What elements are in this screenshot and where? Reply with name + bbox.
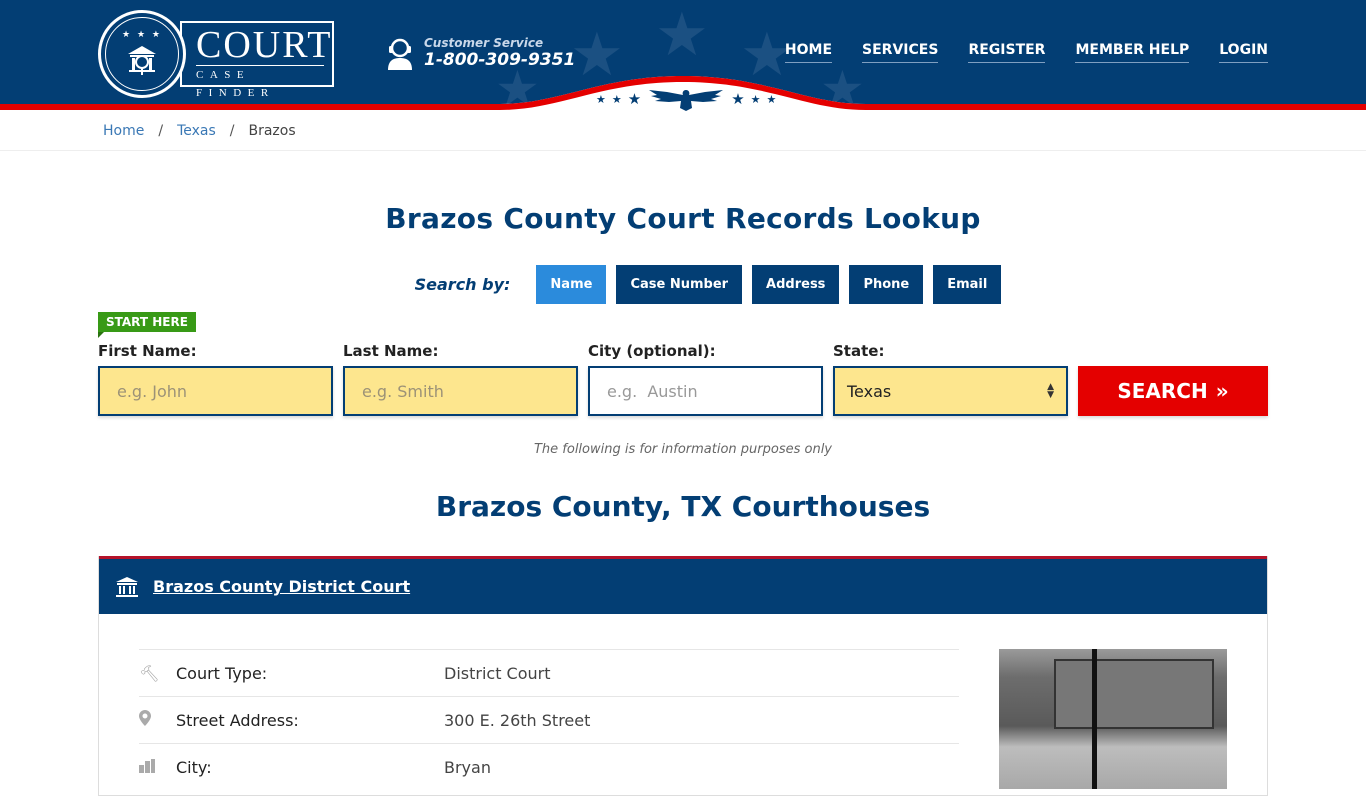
detail-key: Court Type:	[176, 663, 268, 683]
detail-key: City:	[176, 757, 212, 777]
detail-key: Street Address:	[176, 710, 299, 730]
customer-service-label: Customer Service	[424, 36, 544, 50]
start-here-badge: START HERE	[98, 312, 196, 338]
nav-login[interactable]: LOGIN	[1219, 42, 1268, 63]
customer-service-phone[interactable]: 1-800-309-9351	[424, 50, 575, 70]
first-name-input[interactable]	[98, 366, 333, 416]
nav-member-help[interactable]: MEMBER HELP	[1075, 42, 1190, 63]
courthouse-card: Brazos County District Court 🔨︎ Court Ty…	[98, 556, 1268, 796]
search-tabs: Name Case Number Address Phone Email	[536, 265, 1002, 304]
photo-pole	[1092, 649, 1097, 789]
search-form: First Name: Last Name: City (optional): …	[98, 342, 1268, 416]
tab-address[interactable]: Address	[752, 265, 840, 304]
detail-row: Street Address: 300 E. 26th Street	[139, 696, 959, 743]
star-icon: ★	[766, 92, 777, 106]
tab-email[interactable]: Email	[933, 265, 1002, 304]
star-icon: ★	[750, 92, 761, 106]
last-name-label: Last Name:	[343, 342, 439, 360]
search-by-label: Search by:	[414, 275, 511, 294]
last-name-input[interactable]	[343, 366, 578, 416]
breadcrumb-current: Brazos	[248, 123, 296, 139]
headset-support-icon	[388, 38, 412, 70]
search-by-bar: Search by: Name Case Number Address Phon…	[50, 265, 1366, 304]
state-selected-value: Texas	[847, 381, 892, 401]
detail-row: 🔨︎ Court Type: District Court	[139, 649, 959, 696]
city-icon	[139, 758, 176, 777]
nav-home[interactable]: HOME	[784, 42, 833, 63]
courthouse-magnifier-icon	[128, 46, 156, 75]
breadcrumb-home[interactable]: Home	[103, 123, 144, 139]
photo-building	[1054, 659, 1214, 729]
star-icon: ★	[611, 92, 622, 106]
search-button-label: SEARCH	[1117, 379, 1208, 403]
state-label: State:	[833, 342, 885, 360]
courthouse-name-link[interactable]: Brazos County District Court	[153, 577, 410, 596]
courthouse-photo	[999, 649, 1227, 789]
seal-stars: ★ ★ ★	[122, 30, 162, 40]
info-note: The following is for information purpose…	[533, 442, 833, 457]
breadcrumb: Home / Texas / Brazos	[0, 112, 1366, 151]
first-name-label: First Name:	[98, 342, 197, 360]
eagle-icon	[649, 90, 724, 111]
breadcrumb-texas[interactable]: Texas	[177, 123, 216, 139]
customer-service[interactable]: Customer Service 1-800-309-9351	[386, 36, 575, 70]
logo-subtitle: CASE FINDER	[196, 69, 275, 99]
logo-title: COURT	[196, 24, 333, 66]
breadcrumb-separator: /	[158, 123, 164, 139]
detail-row: City: Bryan	[139, 743, 959, 790]
gavel-icon: 🔨︎	[139, 663, 160, 683]
page-title: Brazos County Court Records Lookup	[385, 202, 981, 235]
city-input[interactable]	[588, 366, 823, 416]
tab-name[interactable]: Name	[536, 265, 607, 304]
star-icon: ★	[596, 92, 606, 106]
nav-register[interactable]: REGISTER	[968, 42, 1046, 63]
logo-seal: ★ ★ ★	[98, 10, 186, 98]
star-icon: ★	[627, 90, 642, 108]
courthouse-details: 🔨︎ Court Type: District Court Street Add…	[139, 649, 959, 790]
site-header: ★ ★ ★ ★ ★ ★ ★ ★ COURT CASE FINDER Custom…	[0, 0, 1366, 112]
nav-services[interactable]: SERVICES	[862, 42, 939, 63]
tab-case-number[interactable]: Case Number	[616, 265, 743, 304]
detail-value: 300 E. 26th Street	[444, 710, 591, 730]
state-select[interactable]: Texas ▲ ▼	[833, 366, 1068, 416]
site-logo[interactable]: ★ ★ ★ COURT CASE FINDER	[98, 10, 334, 99]
map-pin-icon	[139, 710, 176, 730]
double-chevron-right-icon: »	[1215, 379, 1229, 403]
select-arrows-icon: ▲ ▼	[1047, 382, 1054, 400]
search-button[interactable]: SEARCH »	[1078, 366, 1268, 416]
detail-value: District Court	[444, 663, 551, 683]
city-label: City (optional):	[588, 342, 716, 360]
tab-phone[interactable]: Phone	[849, 265, 924, 304]
courthouse-card-header: Brazos County District Court	[99, 556, 1267, 614]
detail-value: Bryan	[444, 757, 491, 777]
breadcrumb-separator: /	[229, 123, 235, 139]
star-icon: ★	[731, 90, 745, 108]
courthouse-icon	[116, 576, 138, 597]
main-nav: HOME SERVICES REGISTER MEMBER HELP LOGIN	[784, 42, 1268, 63]
courthouses-heading: Brazos County, TX Courthouses	[435, 490, 931, 523]
eagle-emblem: ★ ★ ★ ★ ★ ★	[596, 86, 776, 112]
